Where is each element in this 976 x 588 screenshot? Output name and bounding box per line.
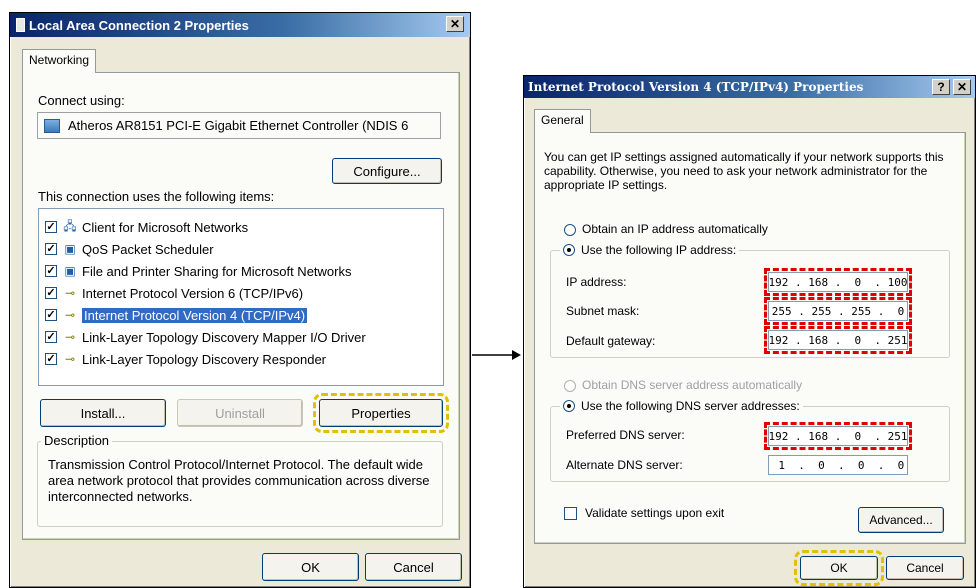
item-checkbox[interactable]: ✓ (45, 243, 57, 255)
close-icon: ✕ (449, 17, 461, 31)
adapter-field: Atheros AR8151 PCI-E Gigabit Ethernet Co… (37, 112, 441, 139)
right-title-bar[interactable]: Internet Protocol Version 4 (TCP/IPv4) P… (524, 76, 975, 98)
list-item[interactable]: ✓ ▣ QoS Packet Scheduler (45, 239, 214, 259)
validate-checkbox[interactable] (564, 506, 577, 520)
list-item[interactable]: ✓ 🖧 Client for Microsoft Networks (45, 217, 248, 237)
default-gateway-label: Default gateway: (566, 334, 656, 348)
close-icon: ✕ (956, 80, 968, 94)
subnet-mask-label: Subnet mask: (566, 304, 640, 318)
list-item-label: File and Printer Sharing for Microsoft N… (82, 263, 352, 279)
alternate-dns-label: Alternate DNS server: (566, 458, 683, 472)
protocol-icon: ⊸ (64, 286, 76, 300)
network-card-icon (44, 118, 60, 133)
list-item[interactable]: ✓ ▣ File and Printer Sharing for Microsoft… (45, 261, 351, 281)
computer-icon: ▣ (64, 242, 76, 256)
protocol-icon: ⊸ (64, 330, 76, 344)
list-item[interactable]: ✓ ⊸ Internet Protocol Version 4 (TCP/IPv4) (45, 305, 309, 325)
right-dialog-title: Internet Protocol Version 4 (TCP/IPv4) P… (528, 80, 864, 94)
protocol-icon: ⊸ (64, 308, 76, 322)
list-item-label: Internet Protocol Version 6 (TCP/IPv6) (82, 285, 304, 301)
left-title-bar[interactable]: Local Area Connection 2 Properties ✕ (10, 13, 470, 37)
subnet-mask-input[interactable]: 255 . 255 . 255 . 0 (764, 297, 912, 325)
left-dialog-title: Local Area Connection 2 Properties (29, 17, 249, 33)
intro-text: You can get IP settings assigned automat… (544, 150, 944, 192)
list-item[interactable]: ✓ ⊸ Link-Layer Topology Discovery Mapper I… (45, 327, 366, 347)
adapter-name: Atheros AR8151 PCI-E Gigabit Ethernet Co… (68, 118, 409, 133)
obtain-dns-radio (564, 379, 576, 392)
use-dns-option[interactable]: Use the following DNS server addresses: (560, 399, 803, 413)
item-checkbox[interactable]: ✓ (45, 221, 57, 233)
advanced-button[interactable]: Advanced... (858, 507, 944, 533)
local-area-connection-properties-dialog: Local Area Connection 2 Properties ✕ Net… (9, 12, 471, 588)
validate-option[interactable]: Validate settings upon exit (564, 506, 724, 520)
protocol-icon: ⊸ (64, 352, 76, 366)
use-ip-option[interactable]: Use the following IP address: (560, 243, 740, 257)
left-ok-button[interactable]: OK (262, 553, 359, 581)
right-close-button[interactable]: ✕ (953, 79, 971, 95)
default-gateway-input[interactable]: 192 . 168 . 0 . 251 (764, 326, 912, 354)
use-ip-radio[interactable] (563, 244, 575, 256)
ipv4-properties-dialog: Internet Protocol Version 4 (TCP/IPv4) P… (523, 75, 976, 588)
list-item-label: Link-Layer Topology Discovery Responder (82, 351, 326, 367)
preferred-dns-label: Preferred DNS server: (566, 428, 685, 442)
list-item-label: Client for Microsoft Networks (82, 219, 249, 235)
ip-address-input[interactable]: 192 . 168 . 0 . 100 (764, 268, 912, 296)
ip-address-label: IP address: (566, 275, 627, 289)
connect-using-label: Connect using: (38, 93, 125, 108)
list-item[interactable]: ✓ ⊸ Internet Protocol Version 6 (TCP/IPv6) (45, 283, 303, 303)
description-legend: Description (41, 433, 113, 448)
help-icon: ? (937, 80, 945, 94)
right-cancel-button[interactable]: Cancel (886, 556, 964, 580)
item-checkbox[interactable]: ✓ (45, 309, 57, 321)
obtain-dns-option: Obtain DNS server address automatically (564, 378, 802, 392)
item-checkbox[interactable]: ✓ (45, 331, 57, 343)
list-item-label: QoS Packet Scheduler (82, 241, 214, 257)
list-item-label: Link-Layer Topology Discovery Mapper I/O… (82, 329, 366, 345)
network-adapter-icon (16, 18, 25, 32)
preferred-dns-input[interactable]: 192 . 168 . 0 . 251 (764, 422, 912, 450)
configure-button[interactable]: Configure... (332, 158, 442, 184)
install-button[interactable]: Install... (40, 399, 166, 427)
items-label: This connection uses the following items… (38, 189, 275, 204)
list-item[interactable]: ✓ ⊸ Link-Layer Topology Discovery Responde… (45, 349, 326, 369)
description-text: Transmission Control Protocol/Internet P… (48, 457, 430, 504)
computer-icon: ▣ (64, 264, 76, 278)
uninstall-button: Uninstall (177, 399, 303, 427)
item-checkbox[interactable]: ✓ (45, 353, 57, 365)
help-button[interactable]: ? (932, 79, 950, 95)
connection-items-list[interactable]: ✓ 🖧 Client for Microsoft Networks ✓ ▣ QoS Pac… (38, 208, 444, 386)
obtain-ip-radio[interactable] (564, 223, 576, 236)
item-checkbox[interactable]: ✓ (45, 287, 57, 299)
right-ok-button[interactable]: OK (794, 550, 884, 586)
obtain-ip-option[interactable]: Obtain an IP address automatically (564, 222, 768, 236)
tab-general[interactable]: General (534, 109, 591, 133)
tab-networking[interactable]: Networking (22, 49, 97, 73)
left-cancel-button[interactable]: Cancel (365, 553, 462, 581)
use-dns-radio[interactable] (563, 400, 575, 412)
arrow-connector-icon (472, 350, 521, 360)
item-checkbox[interactable]: ✓ (45, 265, 57, 277)
properties-button[interactable]: Properties (313, 393, 449, 433)
alternate-dns-input[interactable]: 1 . 0 . 0 . 0 (768, 455, 908, 475)
left-close-button[interactable]: ✕ (446, 16, 464, 32)
list-item-label: Internet Protocol Version 4 (TCP/IPv4) (80, 306, 309, 324)
network-client-icon: 🖧 (63, 218, 77, 233)
